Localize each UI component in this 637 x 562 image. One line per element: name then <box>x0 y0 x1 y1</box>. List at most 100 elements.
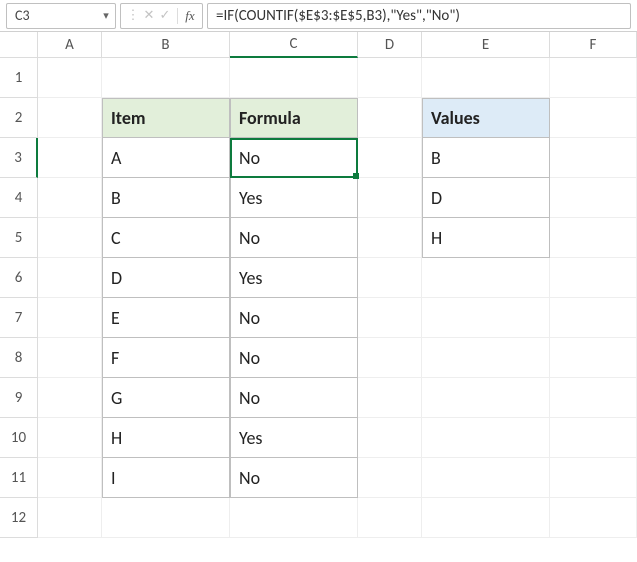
row-header-10[interactable]: 10 <box>0 418 38 458</box>
row-header-7[interactable]: 7 <box>0 298 38 338</box>
cell-D3[interactable] <box>358 138 422 178</box>
cell-F9[interactable] <box>550 378 637 418</box>
col-header-A[interactable]: A <box>38 32 102 58</box>
cell-F5[interactable] <box>550 218 637 258</box>
cell-E9[interactable] <box>422 378 550 418</box>
cell-A10[interactable] <box>38 418 102 458</box>
cell-C12[interactable] <box>230 498 358 538</box>
cell-A2[interactable] <box>38 98 102 138</box>
cell-A12[interactable] <box>38 498 102 538</box>
cell-C6[interactable]: Yes <box>230 258 358 298</box>
row-header-5[interactable]: 5 <box>0 218 38 258</box>
cell-B3[interactable]: A <box>102 138 230 178</box>
row-header-3[interactable]: 3 <box>0 138 38 178</box>
cell-E7[interactable] <box>422 298 550 338</box>
cell-D5[interactable] <box>358 218 422 258</box>
header-values[interactable]: Values <box>422 98 550 138</box>
cell-D8[interactable] <box>358 338 422 378</box>
cell-E4[interactable]: D <box>422 178 550 218</box>
cell-C8[interactable]: No <box>230 338 358 378</box>
cell-D12[interactable] <box>358 498 422 538</box>
name-box-value: C3 <box>7 7 97 24</box>
cell-C7[interactable]: No <box>230 298 358 338</box>
cell-B11[interactable]: I <box>102 458 230 498</box>
chevron-down-icon[interactable]: ▾ <box>97 9 115 22</box>
cell-C4[interactable]: Yes <box>230 178 358 218</box>
cell-E5[interactable]: H <box>422 218 550 258</box>
cell-B10[interactable]: H <box>102 418 230 458</box>
cell-F10[interactable] <box>550 418 637 458</box>
cell-A8[interactable] <box>38 338 102 378</box>
cancel-icon[interactable]: ✕ <box>141 8 157 23</box>
cell-E11[interactable] <box>422 458 550 498</box>
cell-D1[interactable] <box>358 58 422 98</box>
select-all-corner[interactable] <box>0 32 38 58</box>
cell-F7[interactable] <box>550 298 637 338</box>
cell-E12[interactable] <box>422 498 550 538</box>
row-header-4[interactable]: 4 <box>0 178 38 218</box>
header-formula[interactable]: Formula <box>230 98 358 138</box>
fx-icon[interactable]: fx <box>182 8 198 24</box>
cell-D9[interactable] <box>358 378 422 418</box>
row-header-2[interactable]: 2 <box>0 98 38 138</box>
formula-input[interactable]: =IF(COUNTIF($E$3:$E$5,B3),"Yes","No") <box>207 3 631 29</box>
cell-A11[interactable] <box>38 458 102 498</box>
cell-B1[interactable] <box>102 58 230 98</box>
cell-A7[interactable] <box>38 298 102 338</box>
header-item[interactable]: Item <box>102 98 230 138</box>
cell-A4[interactable] <box>38 178 102 218</box>
row-header-8[interactable]: 8 <box>0 338 38 378</box>
col-header-F[interactable]: F <box>550 32 637 58</box>
cell-D2[interactable] <box>358 98 422 138</box>
cell-F8[interactable] <box>550 338 637 378</box>
cell-A5[interactable] <box>38 218 102 258</box>
cell-C5[interactable]: No <box>230 218 358 258</box>
cell-D11[interactable] <box>358 458 422 498</box>
cell-C9[interactable]: No <box>230 378 358 418</box>
cell-B7[interactable]: E <box>102 298 230 338</box>
cell-B8[interactable]: F <box>102 338 230 378</box>
row-header-1[interactable]: 1 <box>0 58 38 98</box>
cell-F1[interactable] <box>550 58 637 98</box>
col-header-E[interactable]: E <box>422 32 550 58</box>
cell-F12[interactable] <box>550 498 637 538</box>
cell-D10[interactable] <box>358 418 422 458</box>
cell-E10[interactable] <box>422 418 550 458</box>
cell-B6[interactable]: D <box>102 258 230 298</box>
cell-F3[interactable] <box>550 138 637 178</box>
cell-C3[interactable]: No <box>230 138 358 178</box>
cell-A3[interactable] <box>38 138 102 178</box>
row-header-12[interactable]: 12 <box>0 498 38 538</box>
cell-E3[interactable]: B <box>422 138 550 178</box>
cell-D6[interactable] <box>358 258 422 298</box>
cell-A1[interactable] <box>38 58 102 98</box>
cell-E8[interactable] <box>422 338 550 378</box>
cell-D7[interactable] <box>358 298 422 338</box>
cell-C10[interactable]: Yes <box>230 418 358 458</box>
row-header-11[interactable]: 11 <box>0 458 38 498</box>
cell-F6[interactable] <box>550 258 637 298</box>
cell-B5[interactable]: C <box>102 218 230 258</box>
cell-F2[interactable] <box>550 98 637 138</box>
cell-D4[interactable] <box>358 178 422 218</box>
col-header-B[interactable]: B <box>102 32 230 58</box>
row-header-9[interactable]: 9 <box>0 378 38 418</box>
cell-F4[interactable] <box>550 178 637 218</box>
cell-B12[interactable] <box>102 498 230 538</box>
col-header-C[interactable]: C <box>230 32 358 58</box>
col-header-D[interactable]: D <box>358 32 422 58</box>
cell-F11[interactable] <box>550 458 637 498</box>
row-header-6[interactable]: 6 <box>0 258 38 298</box>
cell-C11[interactable]: No <box>230 458 358 498</box>
spreadsheet-grid[interactable]: A B C D E F 1 2 Item Formula Values 3 A … <box>0 32 637 538</box>
cell-E6[interactable] <box>422 258 550 298</box>
check-icon[interactable]: ✓ <box>157 8 173 23</box>
cell-B9[interactable]: G <box>102 378 230 418</box>
name-box[interactable]: C3 ▾ <box>6 3 116 29</box>
cell-A9[interactable] <box>38 378 102 418</box>
cell-B4[interactable]: B <box>102 178 230 218</box>
cell-A6[interactable] <box>38 258 102 298</box>
cell-C1[interactable] <box>230 58 358 98</box>
cell-E1[interactable] <box>422 58 550 98</box>
formula-bar-buttons: ⋮ ✕ ✓ fx <box>120 3 203 29</box>
